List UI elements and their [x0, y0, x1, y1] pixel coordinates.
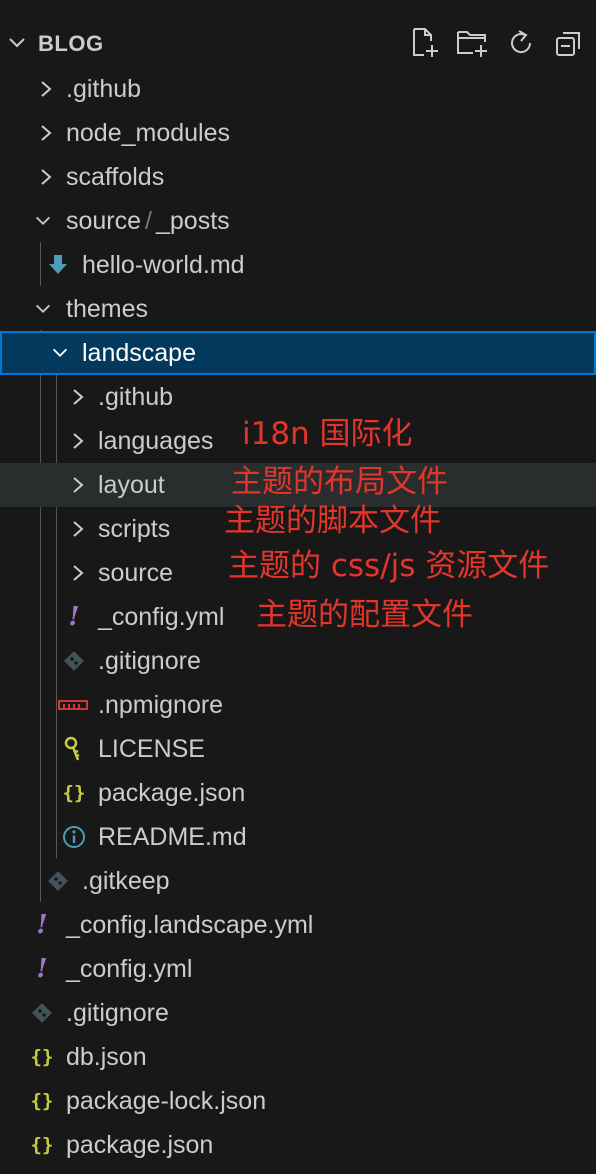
tree-item-folder[interactable]: scaffolds: [0, 155, 596, 199]
chevron-right-icon: [41, 125, 52, 141]
tree-item-label: .gitignore: [66, 999, 169, 1027]
annotation-config: 主题的配置文件: [256, 597, 473, 633]
chevron-down-icon: [52, 348, 68, 358]
compact-folder-name[interactable]: source: [66, 207, 141, 235]
info-icon: [62, 825, 86, 849]
tree-item-file[interactable]: hello-world.md: [0, 243, 596, 287]
tree-item-label: hello-world.md: [82, 251, 245, 279]
chevron-right-icon: [41, 81, 52, 97]
markdown-icon: [46, 253, 70, 277]
tree-item-file[interactable]: .gitkeep: [0, 859, 596, 903]
explorer-actions: [408, 26, 586, 62]
tree-item-label: package.json: [98, 779, 246, 807]
tree-item-file[interactable]: ! _config.landscape.yml: [0, 903, 596, 947]
tree-item-label: scaffolds: [66, 163, 165, 191]
git-icon: [62, 649, 86, 673]
tree-item-file[interactable]: README.md: [0, 815, 596, 859]
compact-folder-name[interactable]: _posts: [156, 207, 230, 235]
tree-item-file[interactable]: .gitignore: [0, 991, 596, 1035]
tree-item-label: languages: [98, 427, 214, 455]
tree-item-folder[interactable]: .github: [0, 67, 596, 111]
explorer-header[interactable]: BLOG: [0, 22, 596, 66]
tree-item-label: .npmignore: [98, 691, 224, 719]
new-folder-icon[interactable]: [456, 26, 490, 60]
chevron-right-icon: [73, 477, 84, 493]
annotation-source: 主题的 css/js 资源文件: [228, 548, 550, 584]
tree-item-label: layout: [98, 471, 165, 499]
chevron-right-icon: [73, 389, 84, 405]
tree-item-file[interactable]: {} db.json: [0, 1035, 596, 1079]
git-icon: [30, 1001, 54, 1025]
tree-item-label: themes: [66, 295, 148, 323]
tree-item-label: _config.landscape.yml: [66, 911, 314, 939]
tree-item-folder[interactable]: themes: [0, 287, 596, 331]
tree-item-label: source: [98, 559, 174, 587]
license-key-icon: [62, 736, 86, 761]
tree-item-folder-selected[interactable]: landscape: [0, 331, 596, 375]
tree-item-file[interactable]: {} package-lock.json: [0, 1079, 596, 1123]
tree-item-file[interactable]: {} package.json: [0, 1123, 596, 1167]
tree-item-label: node_modules: [66, 119, 231, 147]
tree-item-folder[interactable]: source / _posts: [0, 199, 596, 243]
tree-item-label: .github: [98, 383, 174, 411]
json-icon: {}: [30, 1134, 54, 1156]
compact-folder-separator: /: [145, 207, 152, 235]
tree-item-label: landscape: [82, 339, 196, 367]
tree-item-file[interactable]: LICENSE: [0, 727, 596, 771]
tree-item-label: source / _posts: [66, 207, 230, 235]
refresh-icon[interactable]: [504, 26, 538, 60]
chevron-down-icon: [35, 304, 51, 314]
tree-item-file[interactable]: {} package.json: [0, 771, 596, 815]
chevron-right-icon: [73, 521, 84, 537]
json-icon: {}: [30, 1046, 54, 1068]
explorer-panel: BLOG .github node_modules scaffolds sour…: [0, 0, 596, 1174]
new-file-icon[interactable]: [408, 26, 442, 60]
yaml-icon: !: [68, 602, 80, 632]
tree-item-label: db.json: [66, 1043, 147, 1071]
explorer-title: BLOG: [38, 31, 104, 56]
tree-item-label: README.md: [98, 823, 247, 851]
yaml-icon: !: [36, 910, 48, 940]
chevron-right-icon: [41, 169, 52, 185]
chevron-right-icon: [73, 433, 84, 449]
yaml-icon: !: [36, 954, 48, 984]
tree-item-label: .gitignore: [98, 647, 201, 675]
annotation-scripts: 主题的脚本文件: [224, 503, 441, 539]
chevron-down-icon: [35, 216, 51, 226]
chevron-down-icon[interactable]: [6, 32, 28, 54]
json-icon: {}: [62, 782, 86, 804]
tree-item-folder[interactable]: .github: [0, 375, 596, 419]
json-icon: {}: [30, 1090, 54, 1112]
tree-item-label: package-lock.json: [66, 1087, 267, 1115]
tree-item-label: package.json: [66, 1131, 214, 1159]
tree-item-file[interactable]: .gitignore: [0, 639, 596, 683]
chevron-right-icon: [73, 565, 84, 581]
tree-item-label: _config.yml: [66, 955, 193, 983]
tree-item-label: _config.yml: [98, 603, 225, 631]
tree-item-label: LICENSE: [98, 735, 205, 763]
tree-item-file[interactable]: ! _config.yml: [0, 947, 596, 991]
tree-item-label: .github: [66, 75, 142, 103]
tree-item-label: .gitkeep: [82, 867, 170, 895]
tree-item-label: scripts: [98, 515, 171, 543]
collapse-all-icon[interactable]: [552, 26, 586, 60]
tree-item-file[interactable]: .npmignore: [0, 683, 596, 727]
tree-item-folder[interactable]: node_modules: [0, 111, 596, 155]
annotation-layout: 主题的布局文件: [231, 464, 448, 500]
npm-icon: [58, 693, 88, 717]
annotation-languages: i18n 国际化: [242, 416, 413, 452]
git-icon: [46, 869, 70, 893]
